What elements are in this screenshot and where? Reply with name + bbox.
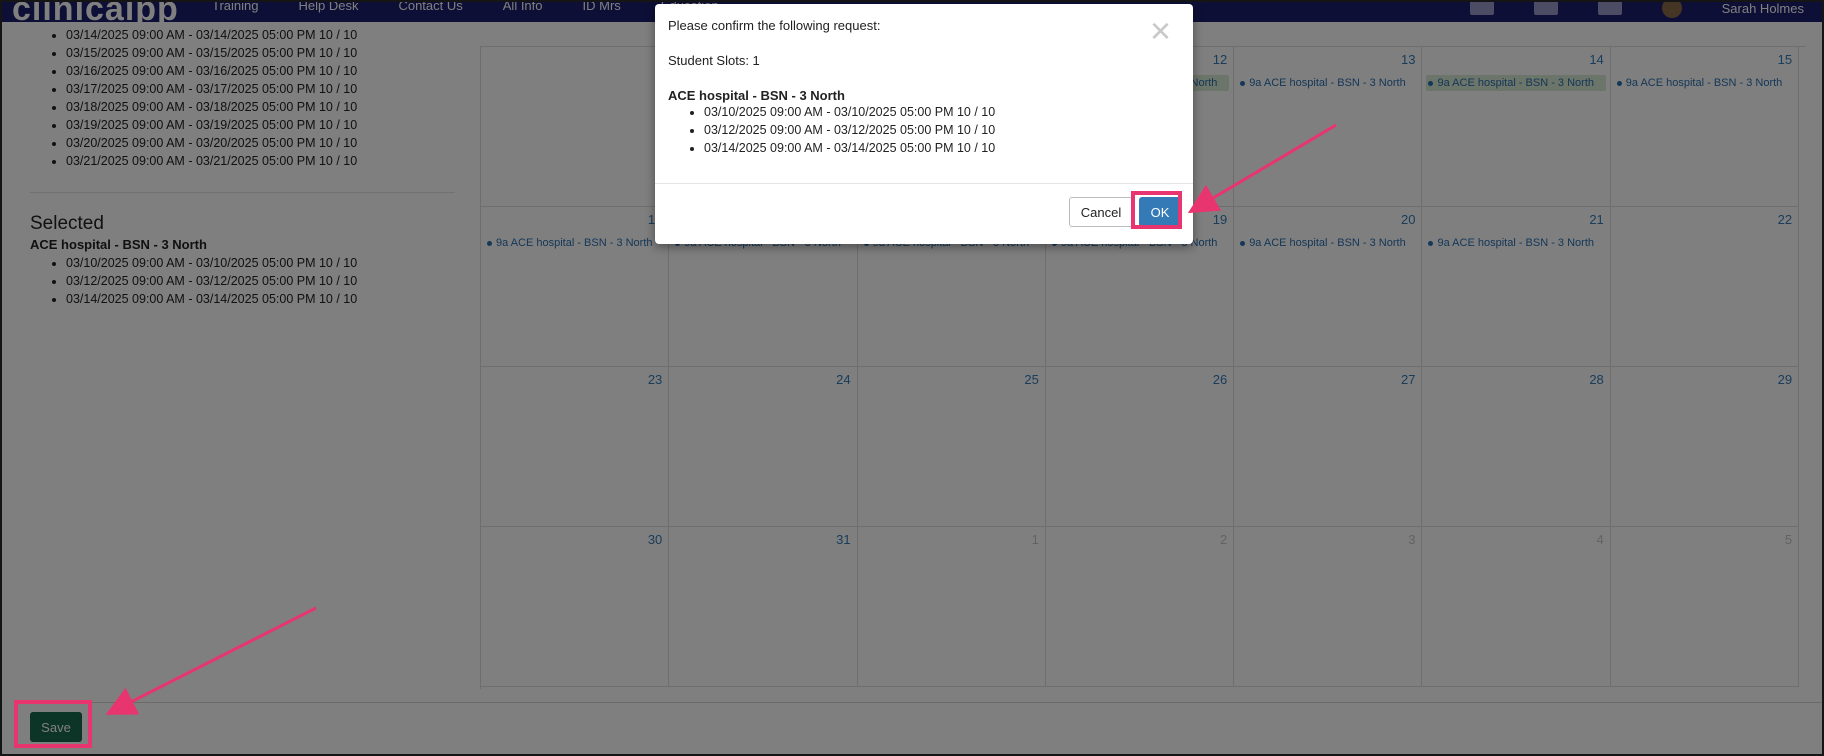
confirm-dialog: × Please confirm the following request: … xyxy=(655,4,1193,244)
dialog-slot-item: 03/10/2025 09:00 AM - 03/10/2025 05:00 P… xyxy=(704,103,1180,121)
dialog-footer: Cancel OK xyxy=(655,183,1193,244)
save-highlight-box xyxy=(14,700,92,748)
dialog-slot-list: 03/10/2025 09:00 AM - 03/10/2025 05:00 P… xyxy=(668,103,1180,157)
dialog-slot-item: 03/12/2025 09:00 AM - 03/12/2025 05:00 P… xyxy=(704,121,1180,139)
dialog-site-name: ACE hospital - BSN - 3 North xyxy=(668,88,845,103)
cancel-button[interactable]: Cancel xyxy=(1069,197,1133,227)
confirm-message: Please confirm the following request: xyxy=(668,18,881,33)
student-slots: Student Slots: 1 xyxy=(668,53,760,68)
dialog-slot-item: 03/14/2025 09:00 AM - 03/14/2025 05:00 P… xyxy=(704,139,1180,157)
close-icon[interactable]: × xyxy=(1150,13,1171,49)
ok-highlight-box xyxy=(1131,191,1182,229)
dialog-body: Please confirm the following request: St… xyxy=(655,4,1193,157)
